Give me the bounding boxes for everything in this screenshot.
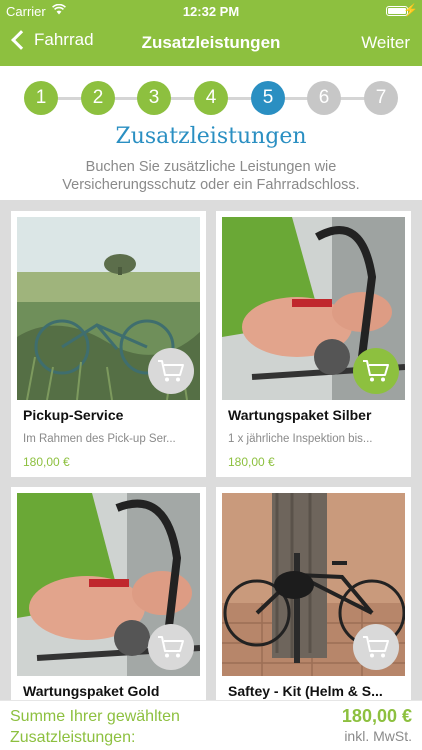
add-to-cart-button[interactable]: [148, 348, 194, 394]
step-5[interactable]: 5: [251, 81, 285, 115]
add-to-cart-button[interactable]: [353, 624, 399, 670]
shopping-cart-icon: [363, 636, 389, 658]
summary-label: Summe Ihrer gewählten Zusatzleistungen:: [10, 708, 180, 746]
navigation-bar: Carrier 12:32 PM ⚡ Fahrrad Zusatzleistun…: [0, 0, 422, 66]
chevron-left-icon: [11, 30, 31, 50]
product-card-wartungspaket-gold[interactable]: Wartungspaket Gold: [11, 487, 206, 700]
charging-icon: ⚡: [403, 3, 418, 17]
add-to-cart-button[interactable]: [353, 348, 399, 394]
product-price: 180,00 €: [23, 455, 70, 469]
add-to-cart-button[interactable]: [148, 624, 194, 670]
product-description: 1 x jährliche Inspektion bis...: [228, 433, 373, 445]
tax-note: inkl. MwSt.: [344, 728, 412, 744]
product-title: Wartungspaket Gold: [23, 683, 160, 699]
product-card-wartungspaket-silber[interactable]: Wartungspaket Silber 1 x jährliche Inspe…: [216, 211, 411, 477]
product-grid: Pickup-Service Im Rahmen des Pick-up Ser…: [0, 200, 422, 700]
clock: 12:32 PM: [182, 4, 240, 19]
product-photo-locked-bicycle: [222, 493, 405, 676]
step-3[interactable]: 3: [137, 81, 171, 115]
step-2[interactable]: 2: [81, 81, 115, 115]
product-title: Wartungspaket Silber: [228, 407, 372, 423]
product-photo-bicycle-repair: [17, 493, 200, 676]
product-card-pickup-service[interactable]: Pickup-Service Im Rahmen des Pick-up Ser…: [11, 211, 206, 477]
section-heading: Zusatzleistungen: [115, 124, 307, 149]
shopping-cart-icon: [158, 636, 184, 658]
section-description: Buchen Sie zusätzliche Leistungen wie Ve…: [62, 159, 360, 193]
summary-total: 180,00 €: [341, 706, 412, 726]
step-4[interactable]: 4: [194, 81, 228, 115]
product-title: Saftey - Kit (Helm & S...: [228, 683, 383, 699]
back-button[interactable]: Fahrrad: [10, 30, 94, 50]
next-button[interactable]: Weiter: [361, 33, 410, 53]
step-1[interactable]: 1: [24, 81, 58, 115]
product-description: Im Rahmen des Pick-up Ser...: [23, 433, 176, 445]
status-bar: Carrier 12:32 PM ⚡: [0, 0, 422, 22]
product-photo-bicycle-in-grass: [17, 217, 200, 400]
shopping-cart-icon: [363, 360, 389, 382]
product-title: Pickup-Service: [23, 407, 124, 423]
product-photo-bicycle-repair: [222, 217, 405, 400]
step-7[interactable]: 7: [364, 81, 398, 115]
step-indicator: 1234567: [24, 81, 398, 115]
shopping-cart-icon: [158, 360, 184, 382]
back-button-label: Fahrrad: [34, 30, 94, 49]
step-6[interactable]: 6: [307, 81, 341, 115]
summary-footer: Summe Ihrer gewählten Zusatzleistungen: …: [0, 700, 422, 750]
product-price: 180,00 €: [228, 455, 275, 469]
product-card-safety-kit[interactable]: Saftey - Kit (Helm & S...: [216, 487, 411, 700]
